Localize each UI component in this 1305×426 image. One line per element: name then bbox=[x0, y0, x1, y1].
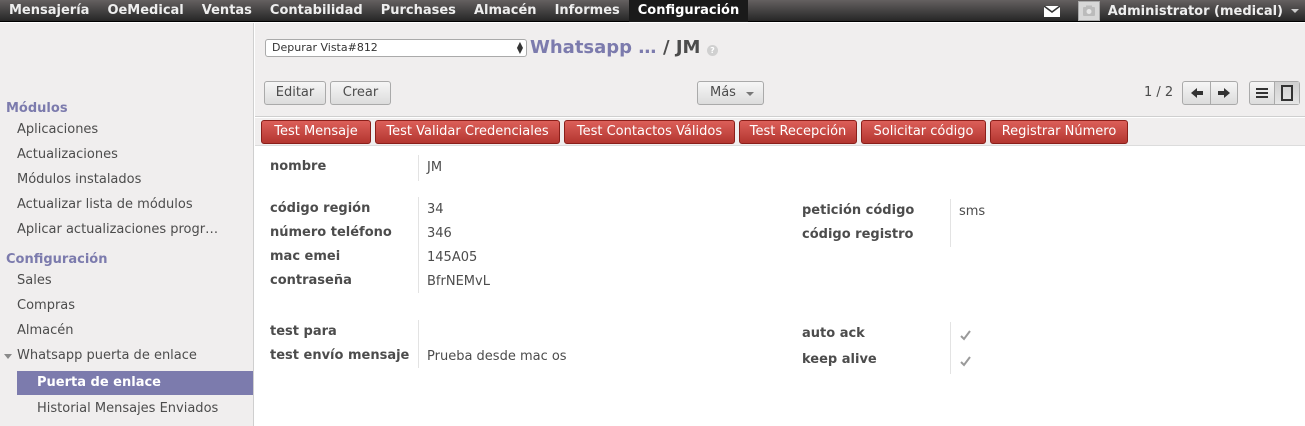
sidebar-item-actualizar-lista[interactable]: Actualizar lista de módulos bbox=[17, 197, 193, 212]
action-button-bar: Test Mensaje Test Validar Credenciales T… bbox=[255, 118, 1305, 146]
keep-alive-checkbox[interactable] bbox=[959, 355, 972, 368]
sidebar-item-aplicaciones[interactable]: Aplicaciones bbox=[17, 122, 98, 137]
test-envio-mensaje-label: test envío mensaje bbox=[270, 348, 410, 363]
view-header: Depurar Vista#812 ▲ ▼ Whatsapp … / JM ? E… bbox=[255, 23, 1305, 117]
test-envio-mensaje-value: Prueba desde mac os bbox=[427, 349, 567, 364]
pager-buttons bbox=[1182, 81, 1238, 105]
sidebar-item-puerta-de-enlace[interactable]: Puerta de enlace bbox=[17, 371, 253, 395]
test-recepcion-button[interactable]: Test Recepción bbox=[739, 120, 857, 144]
record-form: nombre JM código región número teléfono … bbox=[255, 147, 1305, 426]
breadcrumb-parent-link[interactable]: Whatsapp … bbox=[530, 37, 656, 58]
peticion-codigo-label: petición código bbox=[802, 203, 915, 218]
sidebar-item-aplicar-actualizaciones[interactable]: Aplicar actualizaciones progr… bbox=[17, 222, 218, 237]
user-menu[interactable]: Administrator (medical) bbox=[1108, 4, 1283, 19]
contrasena-value: BfrNEMvL bbox=[427, 274, 490, 289]
sidebar-item-historial-mensajes[interactable]: Historial Mensajes Enviados bbox=[17, 397, 253, 421]
menu-item-informes[interactable]: Informes bbox=[546, 0, 629, 22]
menu-item-mensajeria[interactable]: Mensajería bbox=[0, 0, 98, 22]
nombre-value: JM bbox=[427, 160, 443, 175]
mac-emei-value: 145A05 bbox=[427, 250, 478, 265]
registrar-numero-button[interactable]: Registrar Número bbox=[990, 120, 1128, 144]
menu-item-almacen[interactable]: Almacén bbox=[465, 0, 546, 22]
select-arrows-icon: ▲ ▼ bbox=[516, 40, 523, 55]
debug-view-select-value: Depurar Vista#812 bbox=[272, 41, 378, 54]
contrasena-label: contraseña bbox=[270, 273, 352, 288]
sidebar-item-whatsapp-group[interactable]: Whatsapp puerta de enlace bbox=[17, 348, 197, 363]
avatar-icon[interactable] bbox=[1077, 1, 1100, 21]
codigo-region-value: 34 bbox=[427, 202, 444, 217]
collapse-triangle-icon[interactable] bbox=[4, 354, 12, 359]
mac-emei-label: mac emei bbox=[270, 249, 341, 264]
numero-telefono-value: 346 bbox=[427, 226, 452, 241]
sidebar-item-sales[interactable]: Sales bbox=[17, 273, 52, 288]
field-divider bbox=[418, 155, 419, 181]
sidebar-item-actualizaciones[interactable]: Actualizaciones bbox=[17, 147, 118, 162]
menu-item-oemedical[interactable]: OeMedical bbox=[98, 0, 192, 22]
view-switcher bbox=[1249, 81, 1300, 105]
auto-ack-checkbox[interactable] bbox=[959, 329, 972, 342]
more-dropdown-button[interactable]: Más bbox=[697, 81, 764, 105]
edit-button[interactable]: Editar bbox=[264, 81, 326, 105]
test-mensaje-button[interactable]: Test Mensaje bbox=[261, 120, 371, 144]
more-button-label: Más bbox=[710, 85, 736, 100]
caret-down-icon bbox=[746, 92, 754, 96]
codigo-region-label: código región bbox=[270, 201, 371, 216]
sidebar: Módulos Aplicaciones Actualizaciones Mód… bbox=[0, 23, 254, 426]
mail-icon[interactable] bbox=[1043, 4, 1061, 17]
pager-counter: 1 / 2 bbox=[1144, 85, 1174, 100]
field-divider bbox=[418, 320, 419, 368]
field-divider bbox=[950, 199, 951, 247]
sidebar-item-compras[interactable]: Compras bbox=[17, 298, 75, 313]
codigo-registro-label: código registro bbox=[802, 227, 914, 242]
menu-item-contabilidad[interactable]: Contabilidad bbox=[261, 0, 372, 22]
main-menu: Mensajería OeMedical Ventas Contabilidad… bbox=[0, 0, 749, 22]
next-arrow-icon[interactable] bbox=[1210, 82, 1237, 104]
caret-down-icon[interactable] bbox=[1291, 9, 1299, 13]
create-button[interactable]: Crear bbox=[330, 81, 391, 105]
test-validar-credenciales-button[interactable]: Test Validar Credenciales bbox=[375, 120, 560, 144]
field-divider bbox=[418, 197, 419, 293]
sidebar-item-modulos-instalados[interactable]: Módulos instalados bbox=[17, 172, 141, 187]
auto-ack-label: auto ack bbox=[802, 326, 865, 341]
previous-arrow-icon[interactable] bbox=[1183, 82, 1210, 104]
peticion-codigo-value: sms bbox=[959, 204, 986, 219]
list-view-icon[interactable] bbox=[1250, 82, 1274, 104]
sidebar-heading-modulos: Módulos bbox=[6, 101, 68, 116]
numero-telefono-label: número teléfono bbox=[270, 225, 392, 240]
solicitar-codigo-button[interactable]: Solicitar código bbox=[861, 120, 986, 144]
top-navigation-bar: Mensajería OeMedical Ventas Contabilidad… bbox=[0, 0, 1305, 22]
keep-alive-label: keep alive bbox=[802, 352, 877, 367]
help-icon[interactable]: ? bbox=[707, 45, 718, 56]
nombre-label: nombre bbox=[270, 159, 327, 174]
menu-item-configuracion[interactable]: Configuración bbox=[628, 0, 749, 22]
breadcrumb-current: / JM bbox=[663, 37, 701, 58]
test-para-label: test para bbox=[270, 324, 337, 339]
menu-item-purchases[interactable]: Purchases bbox=[372, 0, 465, 22]
debug-view-select[interactable]: Depurar Vista#812 ▲ ▼ bbox=[265, 39, 527, 57]
sidebar-item-almacen[interactable]: Almacén bbox=[17, 323, 74, 338]
menu-item-ventas[interactable]: Ventas bbox=[193, 0, 261, 22]
field-divider bbox=[950, 322, 951, 374]
user-area: Administrator (medical) bbox=[1043, 0, 1305, 22]
sidebar-heading-configuracion: Configuración bbox=[6, 252, 108, 267]
form-view-icon[interactable] bbox=[1274, 82, 1299, 104]
test-contactos-validos-button[interactable]: Test Contactos Válidos bbox=[564, 120, 735, 144]
